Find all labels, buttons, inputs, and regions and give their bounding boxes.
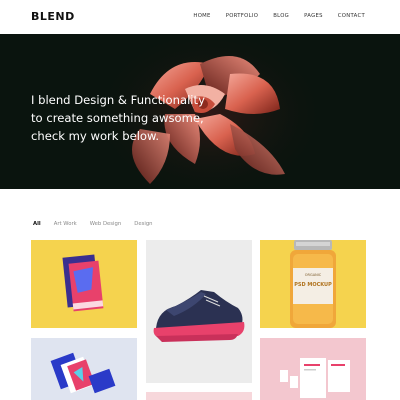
cards-image	[50, 352, 116, 394]
jar-label-main: PSD MOCKUP	[294, 282, 332, 288]
stationery-image	[280, 358, 350, 398]
brochure-image	[62, 254, 104, 312]
filter-design[interactable]: Design	[134, 221, 152, 227]
portfolio-item-business-cards[interactable]	[31, 338, 137, 400]
portfolio-item-sneaker[interactable]	[146, 240, 252, 383]
nav-portfolio[interactable]: PORTFOLIO	[226, 13, 259, 19]
hero-line3: check my work below.	[31, 129, 160, 143]
portfolio-item-brochure[interactable]	[31, 240, 137, 328]
nav-blog[interactable]: BLOG	[273, 13, 289, 19]
hero-line1-prefix: I blend	[31, 93, 75, 107]
portfolio-filters: All Art Work Web Design Design	[33, 221, 166, 227]
filter-web-design[interactable]: Web Design	[90, 221, 122, 227]
portfolio-item-jar[interactable]: ORGANIC PSD MOCKUP	[260, 240, 366, 328]
sneaker-image	[153, 290, 245, 342]
hero-banner: I blend Design & Functionality to create…	[0, 34, 400, 189]
jar-label-top: ORGANIC	[304, 273, 322, 277]
portfolio-item-pink[interactable]	[146, 392, 252, 400]
filter-all[interactable]: All	[33, 221, 41, 227]
nav-contact[interactable]: CONTACT	[338, 13, 365, 19]
main-nav: HOME PORTFOLIO BLOG PAGES CONTACT	[178, 13, 365, 19]
hero-headline: I blend Design & Functionality to create…	[31, 91, 231, 145]
logo[interactable]: BLEND	[31, 10, 75, 23]
nav-home[interactable]: HOME	[193, 13, 210, 19]
hero-line2: to create something awsome,	[31, 111, 204, 125]
portfolio-item-stationery[interactable]	[260, 338, 366, 400]
site-header: BLEND HOME PORTFOLIO BLOG PAGES CONTACT	[0, 0, 400, 34]
nav-pages[interactable]: PAGES	[304, 13, 323, 19]
hero-line1-highlight: Design & Functionality	[74, 93, 205, 107]
filter-art-work[interactable]: Art Work	[54, 221, 77, 227]
